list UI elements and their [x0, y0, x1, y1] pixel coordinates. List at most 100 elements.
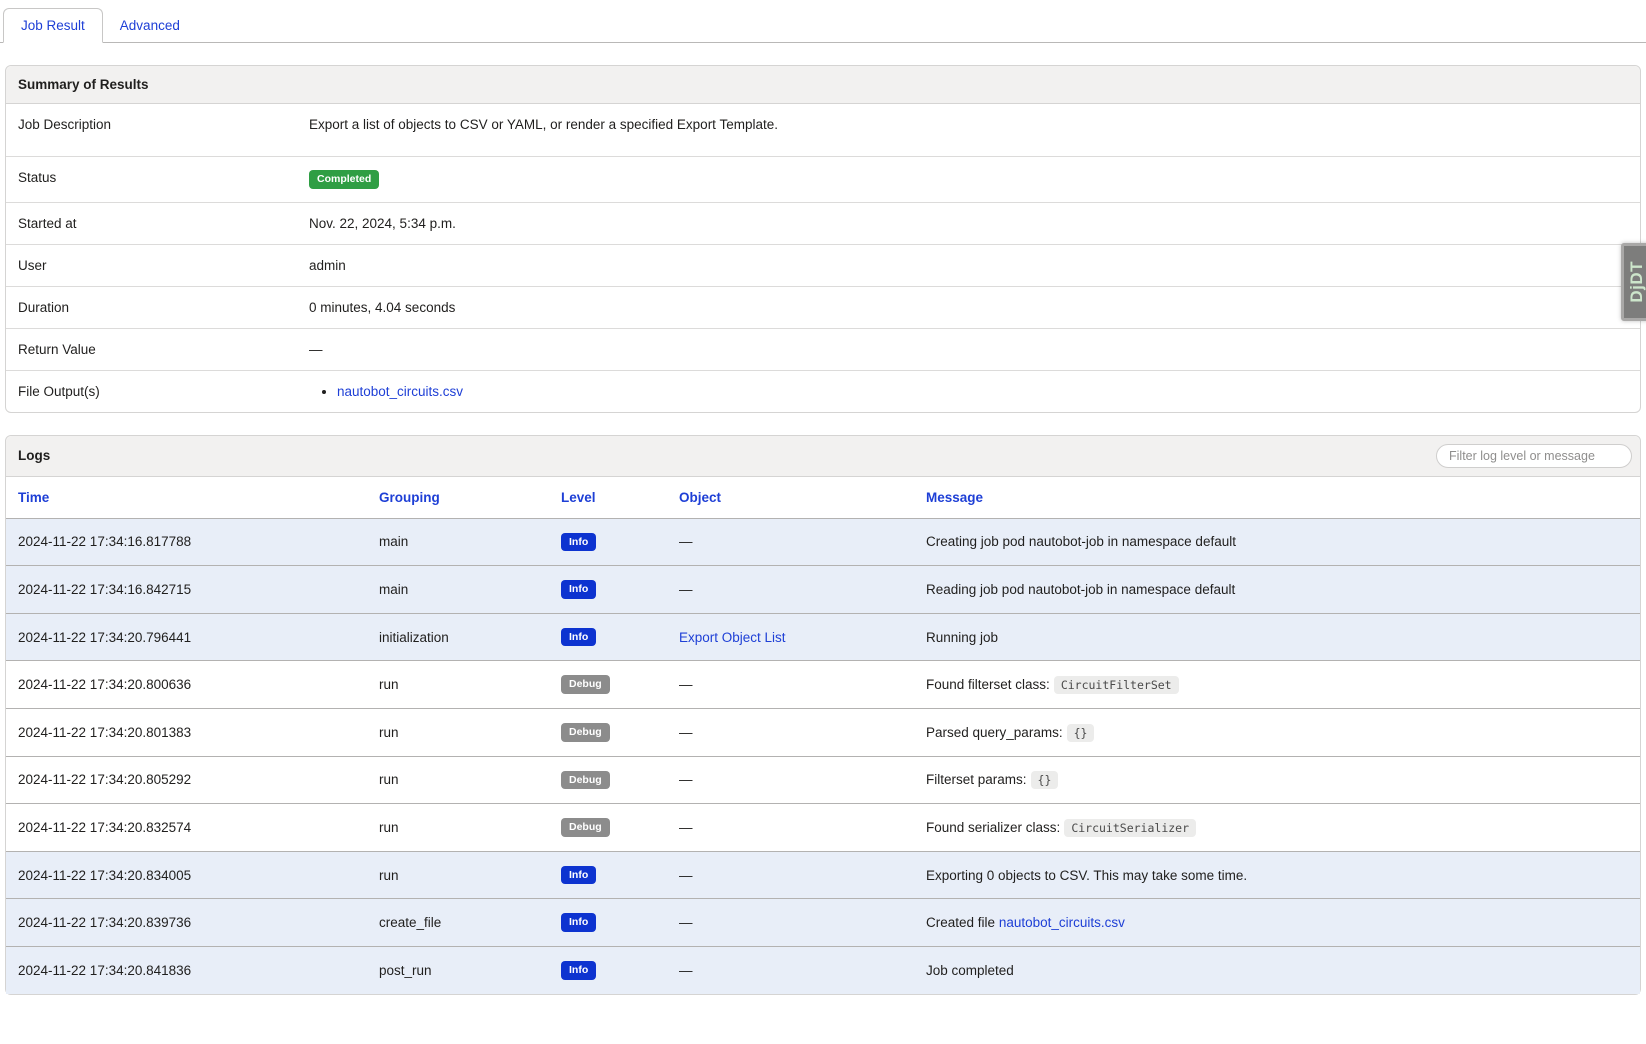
log-time: 2024-11-22 17:34:20.841836 [6, 946, 367, 993]
log-row: 2024-11-22 17:34:20.800636 run Debug — F… [6, 661, 1640, 709]
log-object: — [667, 899, 914, 947]
duration-value: 0 minutes, 4.04 seconds [309, 300, 1628, 315]
summary-panel-title: Summary of Results [6, 66, 1640, 104]
summary-label: Status [18, 170, 309, 189]
summary-row-return-value: Return Value — [6, 329, 1640, 371]
log-level-badge: Debug [561, 675, 610, 694]
log-message: Reading job pod nautobot-job in namespac… [914, 566, 1640, 614]
log-grouping: main [367, 518, 549, 566]
log-message-code: {} [1067, 724, 1095, 742]
log-row: 2024-11-22 17:34:20.841836 post_run Info… [6, 946, 1640, 993]
file-output-item: nautobot_circuits.csv [337, 384, 1628, 399]
tab-job-result[interactable]: Job Result [3, 8, 103, 43]
log-grouping: run [367, 851, 549, 899]
log-message: Found filterset class:CircuitFilterSet [914, 661, 1640, 709]
log-message-code: CircuitFilterSet [1054, 676, 1179, 694]
tab-advanced[interactable]: Advanced [103, 9, 197, 42]
log-object: — [667, 708, 914, 756]
log-object: — [667, 851, 914, 899]
log-grouping: run [367, 756, 549, 804]
logs-table-header-row: Time Grouping Level Object Message [6, 477, 1640, 519]
log-message: Found serializer class:CircuitSerializer [914, 804, 1640, 852]
log-level-badge: Debug [561, 818, 610, 837]
file-output-list: nautobot_circuits.csv [309, 384, 1628, 399]
logs-table: Time Grouping Level Object Message 2024-… [6, 477, 1640, 994]
log-message: Job completed [914, 946, 1640, 993]
summary-row-file-outputs: File Output(s) nautobot_circuits.csv [6, 371, 1640, 412]
column-header-message[interactable]: Message [926, 490, 983, 505]
log-time: 2024-11-22 17:34:20.805292 [6, 756, 367, 804]
summary-label: Started at [18, 216, 309, 231]
log-level-badge: Info [561, 913, 596, 932]
return-value: — [309, 342, 1628, 357]
log-object: — [667, 566, 914, 614]
log-level-badge: Debug [561, 771, 610, 790]
summary-label: Duration [18, 300, 309, 315]
log-object: — [667, 756, 914, 804]
log-level-badge: Info [561, 580, 596, 599]
log-message: Creating job pod nautobot-job in namespa… [914, 518, 1640, 566]
log-message-code: {} [1031, 771, 1059, 789]
log-time: 2024-11-22 17:34:20.801383 [6, 708, 367, 756]
summary-label: User [18, 258, 309, 273]
log-message: Parsed query_params:{} [914, 708, 1640, 756]
djdt-toolbar-handle[interactable]: DjDT [1621, 243, 1646, 321]
log-level-badge: Info [561, 961, 596, 980]
log-message: Running job [914, 613, 1640, 661]
log-time: 2024-11-22 17:34:16.842715 [6, 566, 367, 614]
log-message-file-link[interactable]: nautobot_circuits.csv [999, 915, 1125, 930]
summary-label: Job Description [18, 117, 309, 132]
log-row: 2024-11-22 17:34:16.817788 main Info — C… [6, 518, 1640, 566]
log-level-badge: Info [561, 866, 596, 885]
log-row: 2024-11-22 17:34:20.832574 run Debug — F… [6, 804, 1640, 852]
log-grouping: initialization [367, 613, 549, 661]
log-time: 2024-11-22 17:34:16.817788 [6, 518, 367, 566]
log-object: — [667, 804, 914, 852]
log-grouping: post_run [367, 946, 549, 993]
column-header-grouping[interactable]: Grouping [379, 490, 440, 505]
log-message-code: CircuitSerializer [1064, 819, 1196, 837]
log-message: Created file nautobot_circuits.csv [914, 899, 1640, 947]
log-row: 2024-11-22 17:34:20.834005 run Info — Ex… [6, 851, 1640, 899]
log-object: — [667, 946, 914, 993]
summary-row-status: Status Completed [6, 157, 1640, 203]
status-badge: Completed [309, 170, 379, 189]
logs-panel-title: Logs [18, 448, 50, 463]
log-time: 2024-11-22 17:34:20.800636 [6, 661, 367, 709]
summary-row-job-description: Job Description Export a list of objects… [6, 104, 1640, 157]
djdt-label: DjDT [1627, 261, 1646, 303]
summary-label: File Output(s) [18, 384, 309, 399]
log-level-badge: Info [561, 628, 596, 647]
log-object-link[interactable]: Export Object List [679, 630, 786, 645]
log-grouping: run [367, 804, 549, 852]
log-row: 2024-11-22 17:34:20.839736 create_file I… [6, 899, 1640, 947]
log-grouping: main [367, 566, 549, 614]
summary-row-duration: Duration 0 minutes, 4.04 seconds [6, 287, 1640, 329]
file-output-link[interactable]: nautobot_circuits.csv [337, 384, 463, 399]
summary-panel: Summary of Results Job Description Expor… [5, 65, 1641, 413]
log-grouping: create_file [367, 899, 549, 947]
log-message: Exporting 0 objects to CSV. This may tak… [914, 851, 1640, 899]
logs-panel: Logs Time Grouping Level Object Message … [5, 435, 1641, 995]
log-row: 2024-11-22 17:34:20.801383 run Debug — P… [6, 708, 1640, 756]
log-row: 2024-11-22 17:34:20.796441 initializatio… [6, 613, 1640, 661]
column-header-time[interactable]: Time [18, 490, 49, 505]
log-message: Filterset params:{} [914, 756, 1640, 804]
log-row: 2024-11-22 17:34:20.805292 run Debug — F… [6, 756, 1640, 804]
log-filter-input[interactable] [1436, 444, 1632, 468]
tab-bar: Job Result Advanced [0, 0, 1646, 43]
logs-panel-header: Logs [6, 436, 1640, 477]
log-time: 2024-11-22 17:34:20.839736 [6, 899, 367, 947]
log-level-badge: Info [561, 533, 596, 552]
log-object: — [667, 661, 914, 709]
log-time: 2024-11-22 17:34:20.796441 [6, 613, 367, 661]
log-grouping: run [367, 661, 549, 709]
started-at-value: Nov. 22, 2024, 5:34 p.m. [309, 216, 1628, 231]
summary-row-user: User admin [6, 245, 1640, 287]
log-level-badge: Debug [561, 723, 610, 742]
column-header-object[interactable]: Object [679, 490, 721, 505]
log-time: 2024-11-22 17:34:20.832574 [6, 804, 367, 852]
column-header-level[interactable]: Level [561, 490, 596, 505]
log-time: 2024-11-22 17:34:20.834005 [6, 851, 367, 899]
summary-label: Return Value [18, 342, 309, 357]
